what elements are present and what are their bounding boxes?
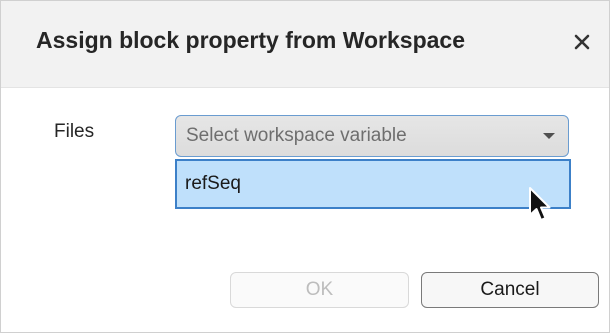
- dropdown-option-label: refSeq: [185, 173, 241, 194]
- assign-workspace-dialog: Assign block property from Workspace Fil…: [0, 0, 610, 333]
- mouse-pointer-icon: [527, 185, 557, 229]
- dialog-title: Assign block property from Workspace: [36, 27, 466, 53]
- cancel-button[interactable]: Cancel: [421, 272, 599, 308]
- files-label: Files: [54, 121, 95, 142]
- ok-button[interactable]: OK: [230, 272, 409, 308]
- dropdown-option-refseq[interactable]: refSeq: [177, 161, 569, 207]
- workspace-variable-select[interactable]: Select workspace variable: [175, 115, 569, 157]
- close-icon[interactable]: [567, 27, 597, 57]
- dropdown-list: refSeq: [175, 159, 571, 209]
- dialog-titlebar: Assign block property from Workspace: [1, 1, 609, 88]
- chevron-down-icon: [543, 133, 555, 139]
- select-placeholder: Select workspace variable: [186, 125, 407, 146]
